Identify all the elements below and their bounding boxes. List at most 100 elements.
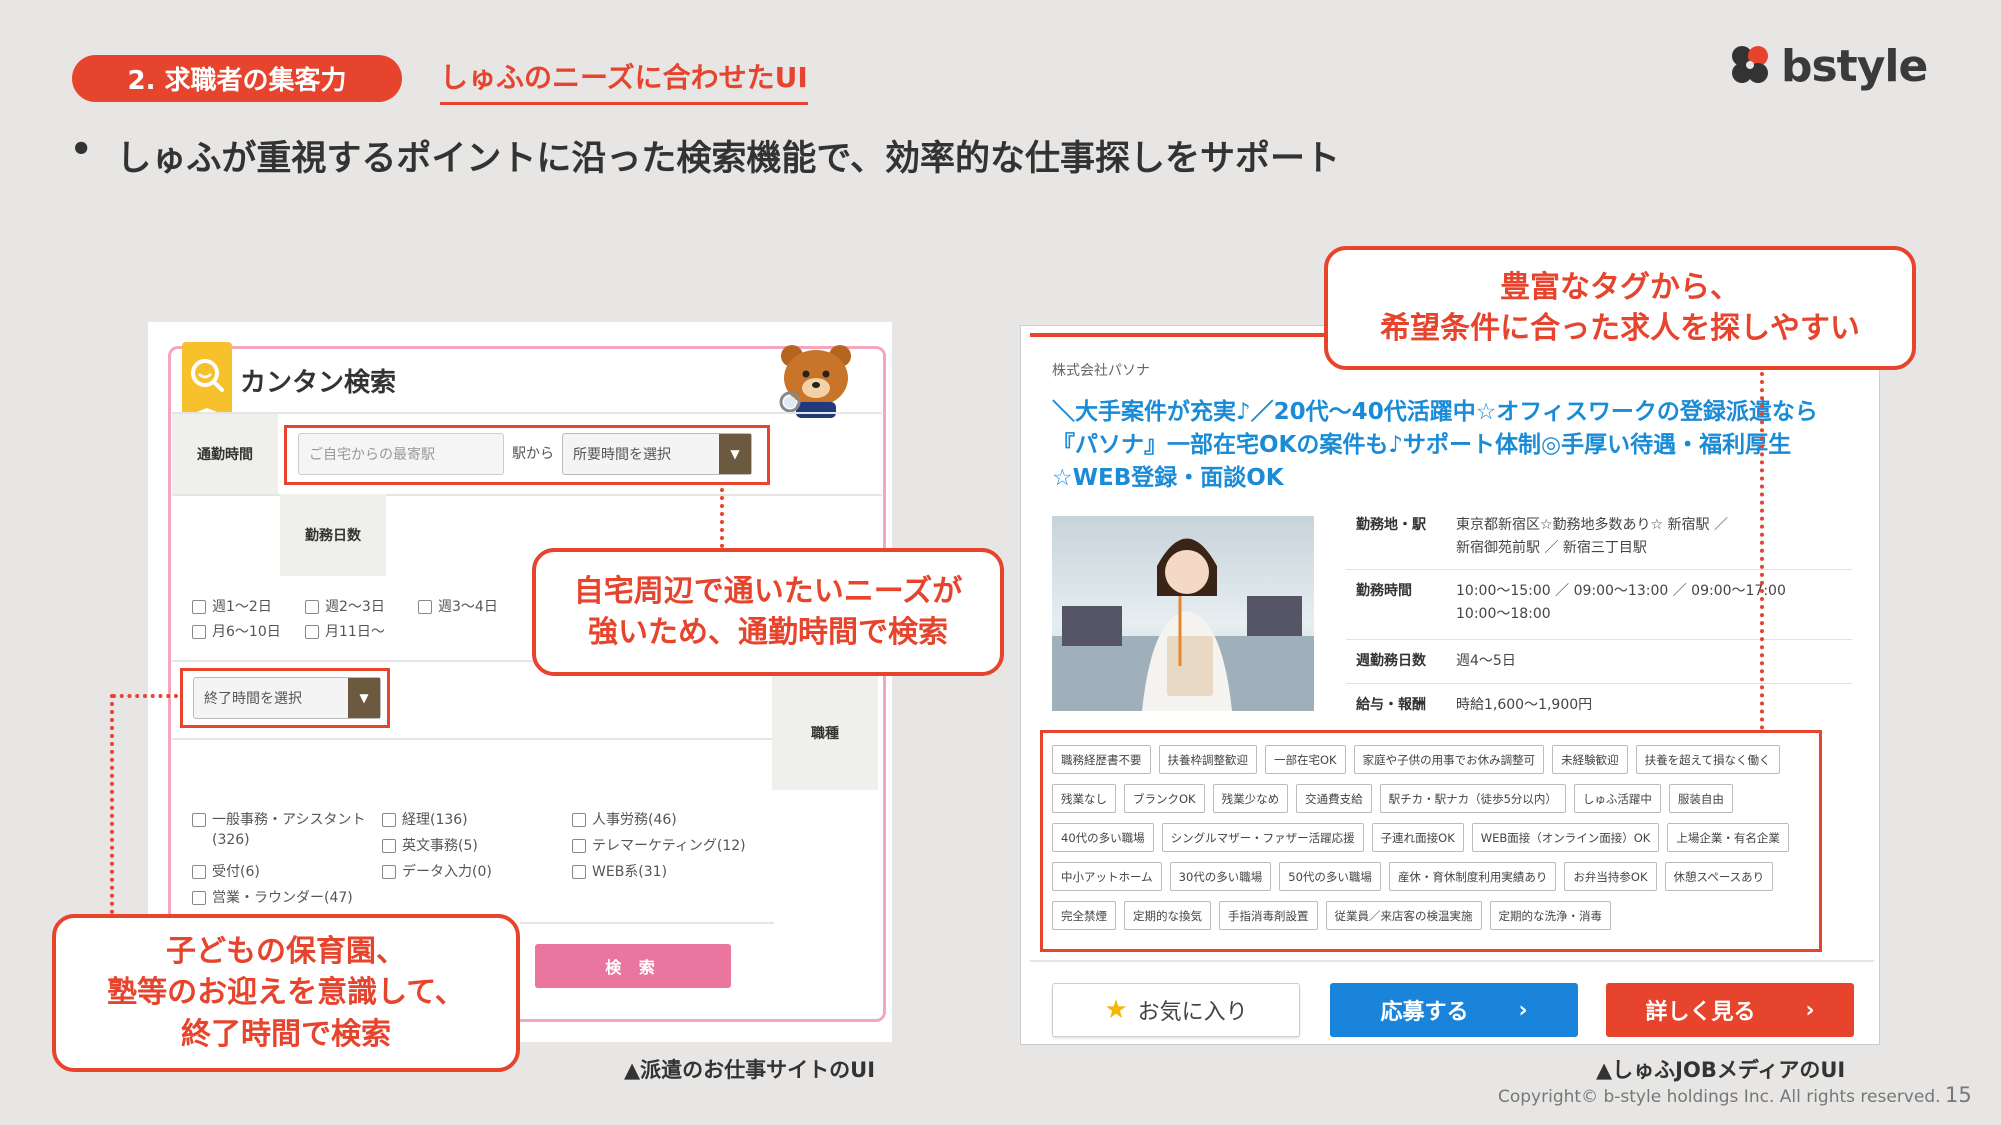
chevron-right-icon: › <box>1805 997 1815 1023</box>
checkbox[interactable] <box>572 813 586 827</box>
tag[interactable]: 職務経歴書不要 <box>1052 745 1151 774</box>
job-option[interactable]: 人事労務(46) <box>572 810 677 830</box>
tag[interactable]: 交通費支給 <box>1296 784 1372 813</box>
chevron-down-icon: ▼ <box>719 434 751 474</box>
day-option[interactable]: 月6〜10日 <box>192 622 281 642</box>
office-woman-image-icon <box>1052 538 1314 711</box>
chevron-right-icon: › <box>1518 997 1528 1023</box>
tag[interactable]: 駅チカ・駅ナカ（徒歩5分以内） <box>1379 784 1566 813</box>
logo-text: bstyle <box>1781 40 1928 92</box>
easy-search-title: カンタン検索 <box>240 368 397 398</box>
tag[interactable]: しゅふ活躍中 <box>1573 784 1661 813</box>
favorite-button[interactable]: ★ お気に入り <box>1052 983 1300 1037</box>
from-station-text: 駅から <box>512 446 554 462</box>
company-name: 株式会社パソナ <box>1052 363 1150 379</box>
tag[interactable]: 残業少なめ <box>1212 784 1289 813</box>
checkbox[interactable] <box>305 625 319 639</box>
day-option[interactable]: 週3〜4日 <box>418 597 498 617</box>
tag[interactable]: 上場企業・有名企業 <box>1667 823 1789 852</box>
tag[interactable]: 扶養枠調整歓迎 <box>1158 745 1257 774</box>
day-option[interactable]: 月11日〜 <box>305 622 385 642</box>
search-button[interactable]: 検 索 <box>535 944 731 988</box>
info-row-days: 週勤務日数 週4〜5日 <box>1346 640 1852 684</box>
left-caption: ▲派遣のお仕事サイトのUI <box>624 1058 876 1082</box>
travel-time-select[interactable]: 所要時間を選択 ▼ <box>562 433 752 475</box>
tag[interactable]: 服装自由 <box>1668 784 1733 813</box>
job-option[interactable]: データ入力(0) <box>382 862 492 882</box>
details-button[interactable]: 詳しく見る › <box>1606 983 1854 1037</box>
travel-time-value: 所要時間を選択 <box>573 447 671 463</box>
tag[interactable]: 30代の多い職場 <box>1169 862 1272 891</box>
job-option[interactable]: 経理(136) <box>382 810 468 830</box>
row-divider <box>172 412 882 414</box>
commute-callout: 自宅周辺で通いたいニーズが 強いため、通勤時間で検索 <box>532 548 1004 676</box>
tag[interactable]: 40代の多い職場 <box>1052 823 1154 852</box>
tag[interactable]: シングルマザー・ファザー活躍応援 <box>1161 823 1364 852</box>
info-row-location: 勤務地・駅 東京都新宿区☆勤務地多数あり☆ 新宿駅 ／ 新宿御苑前駅 ／ 新宿三… <box>1346 514 1852 570</box>
bear-mascot-icon <box>779 345 851 418</box>
job-photo <box>1052 516 1314 711</box>
station-input[interactable]: ご自宅からの最寄駅 <box>298 433 504 475</box>
headline-text: しゅふが重視するポイントに沿った検索機能で、効率的な仕事探しをサポート <box>116 139 1340 179</box>
checkbox[interactable] <box>192 813 206 827</box>
day-option[interactable]: 週1〜2日 <box>192 597 272 617</box>
job-option[interactable]: WEB系(31) <box>572 862 667 882</box>
job-option[interactable]: 営業・ラウンダー(47) <box>192 888 353 908</box>
tag[interactable]: 産休・育休制度利用実績あり <box>1388 862 1557 891</box>
tag[interactable]: 手指消毒剤設置 <box>1219 901 1318 930</box>
info-row-hours: 勤務時間 10:00〜15:00 ／ 09:00〜13:00 ／ 09:00〜1… <box>1346 570 1852 640</box>
tag[interactable]: 中小アットホーム <box>1052 862 1162 891</box>
checkbox[interactable] <box>192 625 206 639</box>
connector-dots <box>720 488 724 548</box>
checkbox[interactable] <box>382 865 396 879</box>
job-info-table: 勤務地・駅 東京都新宿区☆勤務地多数あり☆ 新宿駅 ／ 新宿御苑前駅 ／ 新宿三… <box>1346 514 1852 728</box>
job-option[interactable]: テレマーケティング(12) <box>572 836 746 856</box>
clover-logo-icon <box>1732 46 1768 83</box>
job-option[interactable]: 英文事務(5) <box>382 836 478 856</box>
row-divider <box>1030 960 1874 962</box>
checkbox[interactable] <box>192 600 206 614</box>
end-time-select[interactable]: 終了時間を選択 ▼ <box>193 677 381 719</box>
row-divider <box>172 738 772 740</box>
checkbox[interactable] <box>382 839 396 853</box>
apply-button[interactable]: 応募する › <box>1330 983 1578 1037</box>
work-days-label: 勤務日数 <box>280 494 386 576</box>
tag[interactable]: ブランクOK <box>1124 784 1205 813</box>
copyright: Copyright© b-style holdings Inc. All rig… <box>1498 1087 1941 1107</box>
row-divider <box>520 922 774 924</box>
section-subtitle: しゅふのニーズに合わせたUI <box>440 56 808 105</box>
day-option[interactable]: 週2〜3日 <box>305 597 385 617</box>
commute-label: 通勤時間 <box>172 414 278 494</box>
tag[interactable]: 子連れ面接OK <box>1371 823 1464 852</box>
checkbox[interactable] <box>382 813 396 827</box>
checkbox[interactable] <box>418 600 432 614</box>
checkbox[interactable] <box>572 865 586 879</box>
tag[interactable]: 扶養を超えて損なく働く <box>1635 745 1780 774</box>
tag[interactable]: 定期的な洗浄・消毒 <box>1489 901 1611 930</box>
tag[interactable]: 完全禁煙 <box>1052 901 1116 930</box>
tag-list: 職務経歴書不要 扶養枠調整歓迎 一部在宅OK 家庭や子供の用事でお休み調整可 未… <box>1052 745 1822 930</box>
tag[interactable]: 未経験歓迎 <box>1552 745 1628 774</box>
bstyle-logo: bstyle <box>1725 38 1928 94</box>
tag[interactable]: 家庭や子供の用事でお休み調整可 <box>1353 745 1545 774</box>
chevron-down-icon: ▼ <box>348 678 380 718</box>
tag[interactable]: 残業なし <box>1052 784 1116 813</box>
checkbox[interactable] <box>192 891 206 905</box>
section-pill: 2. 求職者の集客力 <box>72 55 402 102</box>
page-number: 15 <box>1945 1083 1972 1107</box>
tag[interactable]: WEB面接（オンライン面接）OK <box>1471 823 1660 852</box>
job-option[interactable]: 受付(6) <box>192 862 260 882</box>
tag[interactable]: 一部在宅OK <box>1265 745 1346 774</box>
headline: • しゅふが重視するポイントに沿った検索機能で、効率的な仕事探しをサポート <box>70 130 1340 181</box>
tag[interactable]: 休憩スペースあり <box>1664 862 1774 891</box>
tag[interactable]: 50代の多い職場 <box>1279 862 1381 891</box>
tag[interactable]: お弁当持参OK <box>1564 862 1657 891</box>
checkbox[interactable] <box>305 600 319 614</box>
checkbox[interactable] <box>192 865 206 879</box>
tag[interactable]: 従業員／来店客の検温実施 <box>1325 901 1482 930</box>
checkbox[interactable] <box>572 839 586 853</box>
job-option[interactable]: 一般事務・アシスタント(326) <box>192 810 372 850</box>
info-row-pay: 給与・報酬 時給1,600〜1,900円 <box>1356 697 1593 713</box>
job-title-link[interactable]: ＼大手案件が充実♪／20代〜40代活躍中☆オフィスワークの登録派遣なら『パソナ』… <box>1052 396 1852 495</box>
tag[interactable]: 定期的な換気 <box>1124 901 1211 930</box>
